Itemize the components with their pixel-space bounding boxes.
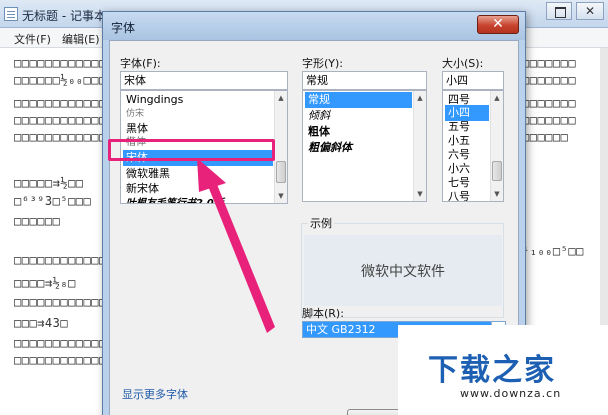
text-line: □□□⇉43□ bbox=[14, 316, 69, 330]
scroll-thumb[interactable] bbox=[492, 161, 502, 181]
dialog-titlebar[interactable]: 字体 ✕ bbox=[103, 12, 525, 40]
text-line: □□□□□□□ bbox=[522, 113, 577, 127]
text-line: □□□□□⇉½□□ bbox=[14, 176, 84, 190]
style-item-bold-italic[interactable]: 粗偏斜体 bbox=[305, 140, 412, 156]
maximize-button[interactable] bbox=[546, 2, 572, 20]
dialog-title: 字体 bbox=[111, 21, 136, 35]
notepad-icon bbox=[4, 7, 18, 21]
notepad-title: 无标题 - 记事本 bbox=[22, 9, 106, 23]
script-label: 脚本(R): bbox=[302, 307, 344, 320]
watermark: 下载之家 www.downza.cn bbox=[398, 325, 608, 415]
text-line: ¹₁₀₀□⁵□□ bbox=[522, 244, 584, 258]
size-item[interactable]: 八号 bbox=[445, 189, 489, 201]
scroll-up-icon[interactable]: ▲ bbox=[275, 92, 287, 104]
style-item-italic[interactable]: 倾斜 bbox=[305, 108, 412, 124]
sample-text: 微软中文软件 bbox=[361, 264, 445, 280]
style-item-regular[interactable]: 常规 bbox=[305, 92, 412, 108]
script-value: 中文 GB2312 bbox=[306, 323, 376, 336]
text-line: □□□□□□½₀₀□□□ bbox=[14, 73, 107, 87]
show-more-fonts-link[interactable]: 显示更多字体 bbox=[122, 386, 188, 402]
font-style-input[interactable]: 常规 bbox=[302, 71, 427, 90]
scroll-down-icon[interactable]: ▼ bbox=[414, 188, 426, 200]
text-line: □□□□□□□ bbox=[522, 73, 577, 87]
scroll-up-icon[interactable]: ▲ bbox=[491, 92, 503, 104]
text-line: □□□□□□□ bbox=[522, 56, 577, 70]
style-label: 字形(Y): bbox=[302, 57, 344, 70]
font-size-input[interactable]: 小四 bbox=[442, 71, 504, 90]
size-list[interactable]: 四号 小四 五号 小五 六号 小六 七号 八号 ▲ ▼ bbox=[442, 90, 504, 202]
font-list-scrollbar[interactable]: ▲ ▼ bbox=[274, 91, 287, 203]
text-line: □□□□□□ bbox=[522, 130, 569, 144]
scroll-thumb[interactable] bbox=[276, 161, 286, 183]
style-list[interactable]: 常规 倾斜 粗体 粗偏斜体 ▲ ▼ bbox=[302, 90, 427, 202]
font-item-yahei[interactable]: 微软雅黑 bbox=[123, 166, 273, 182]
highlight-box bbox=[108, 139, 275, 161]
font-item-yegenyou[interactable]: 叶根友毛笔行书2.0版 bbox=[123, 196, 273, 203]
menu-edit[interactable]: 编辑(E) bbox=[62, 31, 100, 47]
font-item-xinsongti[interactable]: 新宋体 bbox=[123, 181, 273, 197]
text-line: □□□□⇉½₈□ bbox=[14, 276, 76, 290]
font-label: 字体(F): bbox=[120, 57, 161, 70]
watermark-logo: 下载之家 bbox=[428, 353, 556, 388]
menu-file[interactable]: 文件(F) bbox=[14, 31, 51, 47]
text-line: □□□□□□□ bbox=[522, 96, 577, 110]
font-name-input[interactable]: 宋体 bbox=[120, 71, 288, 90]
dialog-close-button[interactable]: ✕ bbox=[477, 15, 519, 34]
sample-label: 示例 bbox=[308, 215, 334, 231]
window-controls bbox=[544, 2, 572, 20]
watermark-url: www.downza.cn bbox=[460, 387, 562, 400]
scroll-down-icon[interactable]: ▼ bbox=[491, 188, 503, 200]
style-list-scrollbar[interactable]: ▲ ▼ bbox=[413, 91, 426, 201]
text-line: □⁶³⁹3□⁵□□□ bbox=[14, 194, 92, 208]
text-line: □□□□□□ bbox=[14, 214, 61, 228]
scroll-up-icon[interactable]: ▲ bbox=[414, 92, 426, 104]
size-list-scrollbar[interactable]: ▲ ▼ bbox=[490, 91, 503, 201]
size-label: 大小(S): bbox=[442, 57, 484, 70]
style-item-bold[interactable]: 粗体 bbox=[305, 124, 412, 140]
sample-preview: 微软中文软件 bbox=[304, 235, 502, 306]
scroll-down-icon[interactable]: ▼ bbox=[275, 190, 287, 202]
font-item-fangsong[interactable]: 仿宋 bbox=[123, 106, 273, 122]
notepad-close-button[interactable]: ✕ bbox=[576, 2, 604, 20]
